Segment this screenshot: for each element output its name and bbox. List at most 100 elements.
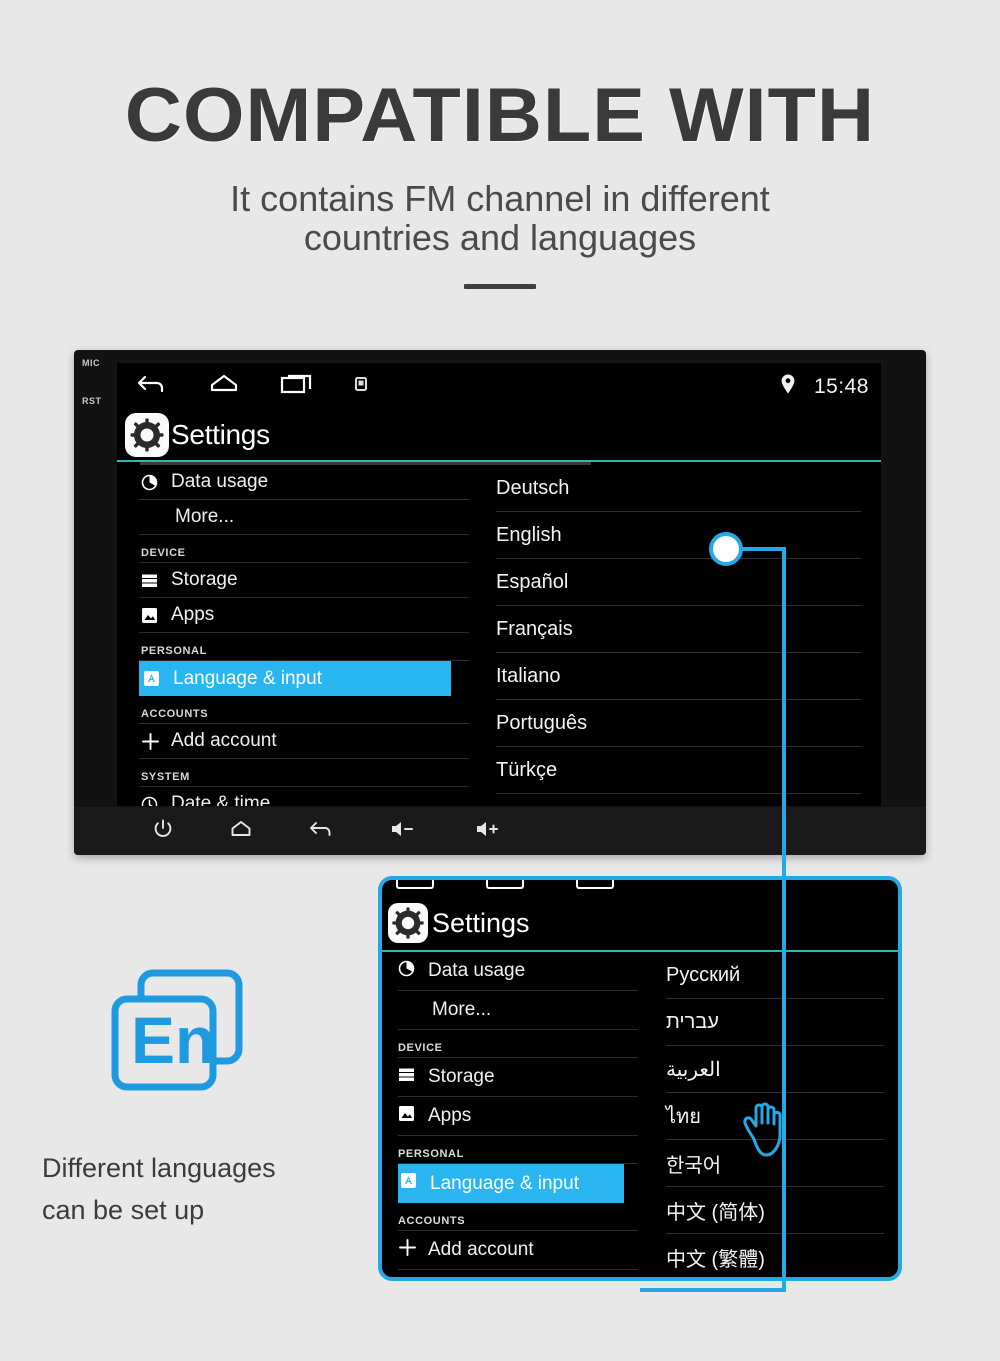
subtitle-line-2: countries and languages (303, 216, 697, 258)
sidebar-item-data-usage[interactable]: Data usage (398, 952, 638, 991)
sidebar-item-language-input[interactable]: Language & input (139, 661, 451, 696)
page-subtitle: It contains FM channel in different coun… (0, 178, 1000, 258)
sidebar-label: Add account (171, 730, 277, 751)
storage-icon (141, 573, 167, 588)
sidebar-item-add-account[interactable]: Add account (139, 724, 469, 759)
status-indicators: 15:48 (780, 373, 869, 400)
sidebar-item-language-input[interactable]: Language & input (398, 1164, 624, 1203)
inset-app-title-bar: Settings (382, 896, 898, 950)
sidebar-label: More... (432, 999, 492, 1020)
clock-icon (141, 796, 167, 806)
device-bezel: MIC RST (74, 350, 116, 855)
apps-icon (398, 1105, 424, 1128)
android-status-bar: 15:48 (117, 363, 881, 410)
sidebar-item-add-account[interactable]: Add account (398, 1231, 638, 1270)
power-icon[interactable] (152, 818, 174, 845)
sidebar-section-personal: PERSONAL (139, 633, 469, 661)
feature-text-line-2: can be set up (42, 1194, 205, 1225)
feature-block: En Different languages can be set up (42, 965, 362, 1232)
inset-language-list: Русский עברית العربية ไทย 한국어 中文 (简体) 中文… (638, 952, 898, 1277)
plus-icon (398, 1238, 424, 1263)
language-option[interactable]: Português (496, 700, 861, 747)
volume-down-icon[interactable] (389, 818, 419, 845)
language-option[interactable]: 中文 (简体) (666, 1187, 884, 1234)
feature-description: Different languages can be set up (42, 1148, 362, 1232)
language-option[interactable]: Français (496, 606, 861, 653)
inset-settings-content: Data usage More... DEVICE Storage Apps P… (382, 952, 898, 1277)
sidebar-label: More... (175, 506, 235, 527)
sidebar-label: Language & input (173, 667, 322, 689)
headline-divider (464, 283, 536, 289)
sidebar-section-system: SYSTEM (139, 759, 469, 787)
sidebar-item-data-usage[interactable]: Data usage (139, 465, 469, 500)
screenshot-icon[interactable] (353, 375, 369, 398)
sidebar-label: Apps (171, 604, 215, 625)
sidebar-section-accounts: ACCOUNTS (398, 1203, 638, 1231)
language-cards-icon: En (97, 965, 362, 1120)
headline-block: COMPATIBLE WITH It contains FM channel i… (0, 0, 1000, 289)
back-icon[interactable] (396, 880, 434, 889)
recent-apps-icon[interactable] (279, 372, 315, 401)
sidebar-section-accounts: ACCOUNTS (139, 696, 469, 724)
data-usage-icon (141, 474, 167, 491)
sidebar-label: Data usage (171, 471, 269, 492)
sidebar-item-apps[interactable]: Apps (398, 1097, 638, 1136)
page-title: COMPATIBLE WITH (124, 73, 876, 158)
storage-icon (398, 1066, 424, 1088)
language-option[interactable]: Deutsch (496, 465, 861, 512)
plus-icon (141, 732, 167, 751)
sidebar-item-more[interactable]: More... (139, 500, 469, 535)
gear-icon (388, 903, 428, 943)
language-option[interactable]: 中文 (繁體) (666, 1234, 884, 1277)
app-title-bar: Settings (117, 410, 881, 460)
language-option[interactable]: Italiano (496, 653, 861, 700)
home-icon[interactable] (229, 818, 253, 845)
sidebar-item-storage[interactable]: Storage (139, 563, 469, 598)
settings-content: Data usage More... DEVICE Storage Apps P… (117, 465, 881, 806)
language-option[interactable]: Русский (666, 952, 884, 999)
language-icon (143, 670, 169, 687)
android-nav-partial (382, 880, 898, 896)
sidebar-item-date-time[interactable]: Date & time (139, 787, 469, 806)
home-icon[interactable] (486, 880, 524, 889)
language-option-label: ไทย (666, 1106, 701, 1128)
inset-sidebar-list: Data usage More... DEVICE Storage Apps P… (382, 952, 638, 1277)
sidebar-section-device: DEVICE (139, 535, 469, 563)
sidebar-item-more[interactable]: More... (398, 991, 638, 1030)
language-list: Deutsch English Español Français Italian… (470, 465, 881, 801)
hardware-button-bar (74, 807, 926, 855)
inset-app-title-label: Settings (432, 907, 530, 938)
hand-pointer-icon (738, 1099, 796, 1167)
language-option[interactable]: ไทย (666, 1093, 884, 1157)
subtitle-line-1: It contains FM channel in different (230, 178, 770, 219)
device-screen: 15:48 Settings Data usage More... DEVICE… (117, 363, 881, 806)
rst-label: RST (82, 396, 102, 406)
android-nav-icons (127, 372, 369, 401)
sidebar-section-personal: PERSONAL (398, 1136, 638, 1164)
volume-up-icon[interactable] (474, 818, 504, 845)
sidebar-section-system: SYSTEM (398, 1270, 638, 1277)
feature-text-line-1: Different languages (42, 1153, 276, 1183)
language-icon (400, 1172, 426, 1195)
gear-icon (125, 413, 169, 457)
language-option[interactable]: English (496, 512, 861, 559)
apps-icon (141, 607, 167, 624)
sidebar-item-apps[interactable]: Apps (139, 598, 469, 633)
sidebar-label: Add account (428, 1239, 534, 1260)
language-option[interactable]: Español (496, 559, 861, 606)
mic-label: MIC (82, 358, 100, 368)
language-option[interactable]: العربية (666, 1046, 884, 1093)
data-usage-icon (398, 960, 424, 983)
recent-apps-icon[interactable] (576, 880, 614, 889)
language-option[interactable]: Türkçe (496, 747, 861, 794)
language-option[interactable]: עברית (666, 999, 884, 1046)
settings-sidebar-list: Data usage More... DEVICE Storage Apps P… (117, 465, 469, 806)
status-clock: 15:48 (813, 374, 869, 398)
location-pin-icon (780, 373, 796, 400)
home-icon[interactable] (207, 372, 241, 401)
back-icon[interactable] (308, 818, 334, 845)
sidebar-label: Storage (428, 1066, 495, 1087)
sidebar-item-storage[interactable]: Storage (398, 1058, 638, 1097)
back-icon[interactable] (135, 372, 169, 401)
car-head-unit-device: MIC RST 15:48 Settings Data usage More..… (74, 350, 926, 855)
